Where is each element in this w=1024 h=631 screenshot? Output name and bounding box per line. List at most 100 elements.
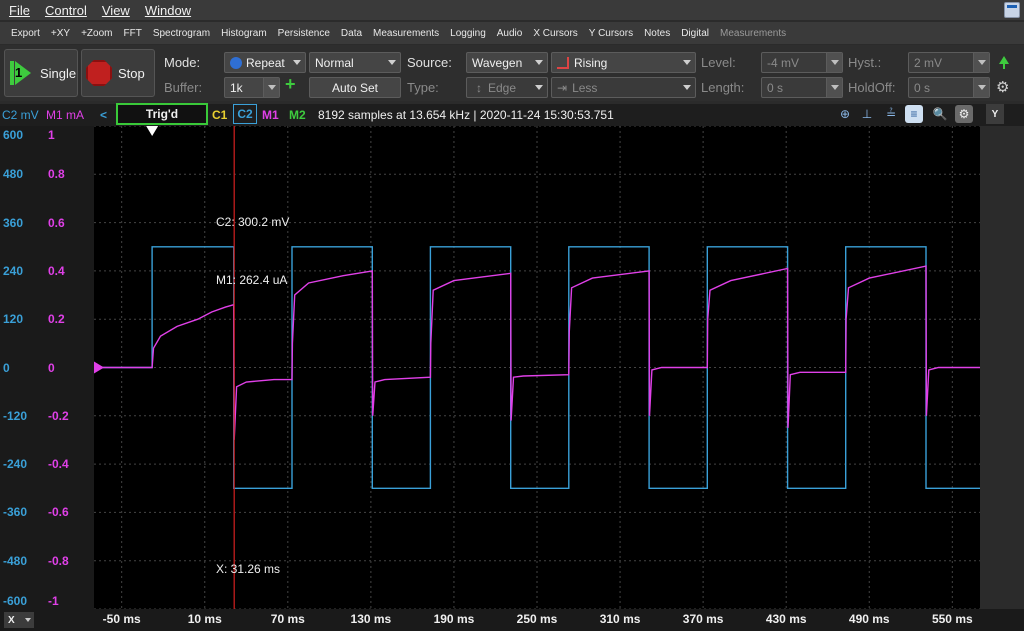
channel-c2-toggle[interactable]: C2 [233, 104, 257, 124]
y-tick-label-c2: -480 [3, 553, 28, 568]
y-tick-label-c2: 120 [3, 312, 24, 327]
condition2-select[interactable]: ⇥ Less [551, 77, 696, 98]
menu-file[interactable]: File [9, 3, 30, 18]
toolbar-data[interactable]: Data [341, 28, 362, 39]
y-tick-label-c2: 0 [3, 360, 10, 375]
less-icon: ⇥ [557, 80, 568, 95]
source-label: Source: [407, 55, 452, 70]
toolbar-measurements[interactable]: Measurements [373, 28, 439, 39]
y-tick-label-m1: 0.2 [48, 312, 65, 327]
y-axis-panel [0, 126, 94, 609]
toolbar-export[interactable]: Export [11, 28, 40, 39]
y-axis-button[interactable]: Y [986, 104, 1004, 124]
y-tick-label-c2: -240 [3, 457, 28, 472]
stop-button[interactable]: Stop [81, 49, 155, 97]
cursor-tool-icon[interactable]: ⊥ [858, 105, 876, 123]
zoom-fit-icon[interactable]: ⊕ [836, 105, 854, 123]
x-tick-label: 370 ms [682, 612, 724, 626]
x-cursor-readout: X: 31.26 ms [216, 562, 281, 576]
plot-settings-gear-icon[interactable]: ⚙ [955, 105, 973, 123]
menubar: File Control View Window [0, 0, 1024, 20]
stop-icon [86, 60, 112, 86]
trigger-settings-gear-icon[interactable]: ⚙ [996, 78, 1009, 96]
single-button[interactable]: 1 Single [4, 49, 78, 97]
toolbar-add-xy[interactable]: +XY [51, 28, 70, 39]
y-tick-label-c2: 240 [3, 263, 24, 278]
length-label: Length: [701, 80, 745, 95]
menu-control[interactable]: Control [45, 3, 87, 18]
x-tick-label: 10 ms [187, 612, 222, 626]
repeat-icon [230, 56, 242, 69]
type-label: Type: [407, 80, 439, 95]
type-select[interactable]: ↕ Edge [466, 77, 548, 98]
level-field[interactable]: -4 mV [761, 52, 843, 73]
mode-label: Mode: [164, 55, 201, 70]
length-field[interactable]: 0 s [761, 77, 843, 98]
m1-unit-label: M1 mA [46, 108, 85, 122]
toolbar-add-zoom[interactable]: +Zoom [81, 28, 112, 39]
measure-tool-icon[interactable]: ≟ [882, 105, 900, 123]
y-tick-label-c2: -600 [3, 594, 28, 608]
menu-window[interactable]: Window [145, 3, 191, 18]
toolbar-persistence[interactable]: Persistence [278, 28, 330, 39]
mode-select[interactable]: Repeat [224, 52, 306, 73]
x-tick-label: 310 ms [599, 612, 641, 626]
buffer-field[interactable]: 1k [224, 77, 280, 98]
toolbar-histogram[interactable]: Histogram [221, 28, 267, 39]
y-tick-label-m1: -0.6 [48, 505, 69, 520]
single-label: Single [40, 65, 77, 81]
toolbar-y-cursors[interactable]: Y Cursors [589, 28, 633, 39]
hyst-label: Hyst.: [848, 55, 882, 70]
condition-select[interactable]: Rising [551, 52, 696, 73]
right-pane [980, 126, 1024, 609]
waveform-plot-svg[interactable] [94, 126, 980, 609]
overlay-tool-icon[interactable]: ≡ [905, 105, 923, 123]
y-tick-label-c2: -360 [3, 505, 28, 520]
y-tick-label-m1: 0.4 [48, 263, 65, 278]
acquisition-info: 8192 samples at 13.654 kHz | 2020-11-24 … [318, 108, 614, 122]
holdoff-label: HoldOff: [848, 80, 896, 95]
magnifier-icon[interactable]: 🔍 [931, 105, 949, 123]
channel-m2-toggle[interactable]: M2 [289, 108, 306, 122]
x-tick-label: 430 ms [765, 612, 807, 626]
toolbar-spectrogram[interactable]: Spectrogram [153, 28, 210, 39]
scope-window: File Control View Window Export +XY +Zoo… [0, 0, 1024, 631]
x-tick-label: 250 ms [516, 612, 558, 626]
hyst-field[interactable]: 2 mV [908, 52, 990, 73]
toolbar-audio[interactable]: Audio [497, 28, 523, 39]
rising-edge-icon [557, 56, 569, 69]
window-icon[interactable] [1004, 2, 1020, 18]
x-tick-label: 130 ms [350, 612, 392, 626]
chevron-left-icon[interactable]: < [100, 108, 107, 122]
y-tick-label-c2: 360 [3, 215, 24, 230]
y-tick-label-m1: 1 [48, 128, 55, 142]
x-axis-button[interactable]: X [4, 612, 34, 628]
menu-view[interactable]: View [102, 3, 130, 18]
y-tick-label-m1: -0.8 [48, 553, 69, 568]
buffer-label: Buffer: [164, 80, 203, 95]
y-tick-label-m1: -1 [48, 594, 59, 608]
holdoff-field[interactable]: 0 s [908, 77, 990, 98]
c2-unit-label: C2 mV [2, 108, 39, 122]
auto-set-button[interactable]: Auto Set [309, 77, 401, 98]
level-up-icon[interactable] [999, 56, 1009, 69]
toolbar-logging[interactable]: Logging [450, 28, 486, 39]
toolbar-digital[interactable]: Digital [681, 28, 709, 39]
x-tick-label: -50 ms [102, 612, 141, 626]
oscilloscope-plot[interactable] [94, 126, 980, 609]
toolbar-notes[interactable]: Notes [644, 28, 670, 39]
toolbar-x-cursors[interactable]: X Cursors [533, 28, 577, 39]
channel-m1-toggle[interactable]: M1 [262, 108, 279, 122]
trigger-mode-select[interactable]: Normal [309, 52, 401, 73]
y-tick-label-m1: 0.6 [48, 215, 65, 230]
c2-cursor-readout: C2: 300.2 mV [216, 215, 290, 229]
x-tick-label: 550 ms [931, 612, 973, 626]
toolbar-measurements-tab[interactable]: Measurements [720, 28, 786, 39]
source-select[interactable]: Wavegen [466, 52, 548, 73]
single-run-icon: 1 [10, 61, 32, 85]
add-buffer-icon[interactable]: + [285, 74, 296, 95]
acquisition-controls: 1 Single Stop Mode: Repeat Normal Buffer… [0, 45, 1024, 101]
channel-c1-toggle[interactable]: C1 [212, 108, 227, 122]
y-tick-label-c2: -120 [3, 408, 28, 423]
toolbar-fft[interactable]: FFT [124, 28, 142, 39]
